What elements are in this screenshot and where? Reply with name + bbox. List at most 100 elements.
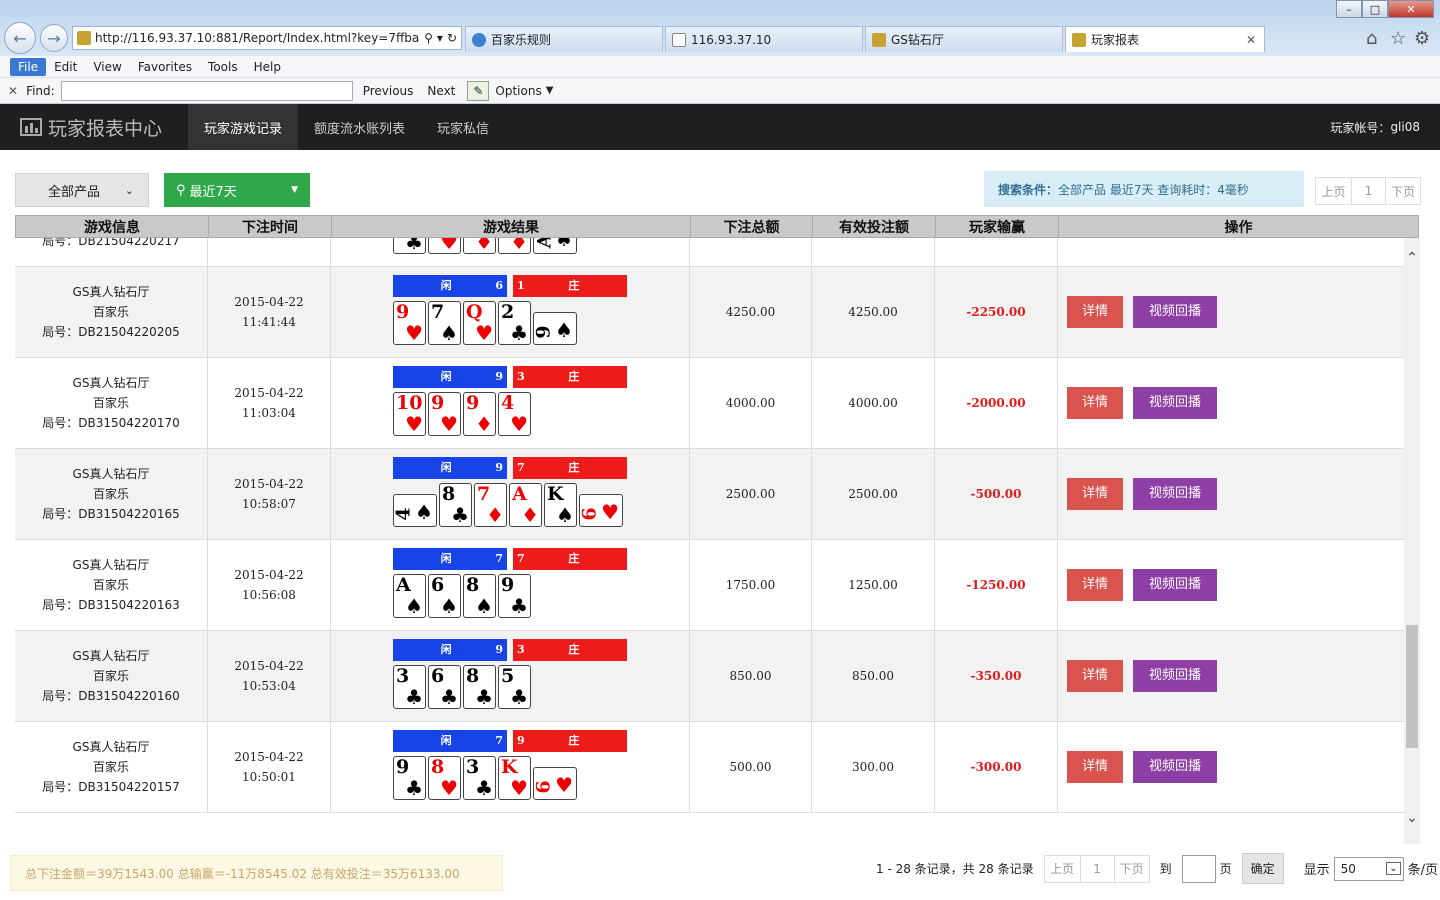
- refresh-icon[interactable]: ↻: [447, 31, 461, 45]
- close-tab-icon[interactable]: ✕: [1246, 33, 1264, 47]
- nav-private-message[interactable]: 玩家私信: [421, 104, 505, 150]
- tab-ip[interactable]: 116.93.37.10: [665, 26, 863, 52]
- close-find-icon[interactable]: ✕: [0, 84, 26, 98]
- card-suit-icon: ♠: [415, 500, 433, 524]
- table-body: GS真人钻石厅百家乐局号：DB215042202172015-04-2211:5…: [15, 238, 1404, 844]
- menu-edit[interactable]: Edit: [46, 58, 85, 76]
- goto-page-input[interactable]: [1181, 854, 1216, 883]
- card-suit-icon: ♦: [521, 503, 539, 527]
- scroll-down-icon[interactable]: ⌄: [1404, 810, 1420, 826]
- menu-help[interactable]: Help: [246, 58, 289, 76]
- dropdown-icon[interactable]: ▾: [437, 31, 443, 45]
- detail-button[interactable]: 详情: [1067, 478, 1123, 510]
- home-icon[interactable]: ⌂: [1366, 28, 1377, 49]
- date-range-button[interactable]: ⚲ 最近7天 ▼: [164, 173, 310, 207]
- video-replay-button[interactable]: 视频回播: [1133, 751, 1217, 783]
- record-count: 1 - 28 条记录，共 28 条记录: [876, 862, 1034, 876]
- nav-game-records[interactable]: 玩家游戏记录: [188, 104, 299, 150]
- product-select[interactable]: 全部产品 ⌄: [15, 173, 149, 207]
- bet-time: 10:56:08: [242, 588, 296, 602]
- round-id: 局号：DB31504220157: [42, 780, 180, 794]
- favorites-icon[interactable]: ☆: [1390, 28, 1406, 49]
- detail-button[interactable]: 详情: [1067, 751, 1123, 783]
- table-header: 游戏信息 下注时间 游戏结果 下注总额 有效投注额 玩家输赢 操作: [15, 215, 1419, 238]
- player-bar: 闲7: [393, 548, 507, 570]
- video-replay-button[interactable]: 视频回播: [1133, 478, 1217, 510]
- detail-button[interactable]: 详情: [1067, 660, 1123, 692]
- col-bet-time: 下注时间: [209, 216, 332, 237]
- bet-total-cell: 850.00: [690, 631, 812, 721]
- search-icon[interactable]: ⚲: [424, 31, 433, 45]
- playing-card: 9 ♣: [498, 574, 531, 618]
- page-number[interactable]: 1: [1081, 855, 1115, 882]
- card-list: 10 ♥ 9 ♥ 9 ♦ 4 ♥: [393, 392, 531, 436]
- tab-rules[interactable]: 百家乐规则: [465, 26, 663, 52]
- find-label: Find:: [26, 83, 55, 98]
- actions-cell: 详情视频回播: [1058, 449, 1404, 539]
- detail-button[interactable]: 详情: [1067, 387, 1123, 419]
- page-number[interactable]: 1: [1352, 178, 1386, 204]
- menu-file[interactable]: File: [10, 57, 47, 76]
- find-previous-button[interactable]: Previous: [353, 84, 422, 98]
- prev-page-button[interactable]: 上页: [1316, 178, 1352, 204]
- maximize-icon[interactable]: □: [1362, 0, 1388, 18]
- tab-gs[interactable]: GS钻石厅: [865, 26, 1063, 52]
- playing-card: 8 ♥: [428, 756, 461, 800]
- scrollbar-thumb[interactable]: [1406, 625, 1418, 748]
- forward-icon[interactable]: →: [40, 24, 68, 52]
- chevron-down-icon[interactable]: ▼: [546, 85, 562, 96]
- minimize-icon[interactable]: –: [1336, 0, 1362, 18]
- player-label: 闲: [440, 279, 452, 292]
- game-name: 百家乐: [92, 305, 129, 319]
- next-page-button[interactable]: 下页: [1386, 178, 1420, 204]
- detail-button[interactable]: 详情: [1067, 569, 1123, 601]
- player-bar: 闲6: [393, 275, 507, 297]
- find-next-button[interactable]: Next: [421, 84, 463, 98]
- video-replay-button[interactable]: 视频回播: [1133, 296, 1217, 328]
- app-header: 玩家报表中心 玩家游戏记录 额度流水账列表 玩家私信 玩家帐号： gli08: [0, 104, 1440, 150]
- prev-page-button[interactable]: 上页: [1045, 855, 1081, 882]
- bet-time: 11:03:04: [242, 406, 296, 420]
- valid-bet-cell: 4000.00: [812, 358, 935, 448]
- card-rank: 9: [532, 325, 555, 339]
- valid-bet-cell: 300.00: [812, 722, 935, 812]
- menu-view[interactable]: View: [85, 58, 129, 76]
- player-label: 闲: [440, 734, 452, 747]
- video-replay-button[interactable]: 视频回播: [1133, 660, 1217, 692]
- video-replay-button[interactable]: 视频回播: [1133, 387, 1217, 419]
- video-replay-button[interactable]: 视频回播: [1133, 569, 1217, 601]
- detail-button[interactable]: 详情: [1067, 296, 1123, 328]
- show-label: 显示: [1303, 863, 1330, 878]
- nav-credit-list[interactable]: 额度流水账列表: [298, 104, 421, 150]
- brand[interactable]: 玩家报表中心: [0, 114, 188, 141]
- table-row: GS真人钻石厅 百家乐 局号：DB31504220163 2015-04-22 10:5…: [15, 540, 1404, 631]
- player-score: 9: [495, 370, 503, 383]
- col-bet-total: 下注总额: [691, 216, 813, 237]
- col-win-loss: 玩家输赢: [936, 216, 1059, 237]
- banker-score: 3: [517, 643, 525, 656]
- menu-tools[interactable]: Tools: [200, 58, 246, 76]
- playing-card: 8 ♠: [463, 574, 496, 618]
- card-suit-icon: ♠: [405, 594, 423, 618]
- address-bar[interactable]: http://116.93.37.10:881/Report/Index.htm…: [72, 26, 462, 50]
- back-icon[interactable]: ←: [4, 22, 36, 54]
- date-range-label: 最近7天: [189, 184, 237, 200]
- close-window-icon[interactable]: ✕: [1388, 0, 1434, 18]
- menu-favorites[interactable]: Favorites: [130, 58, 200, 76]
- account-info: 玩家帐号： gli08: [1330, 104, 1420, 150]
- scrollbar[interactable]: ⌃ ⌄: [1404, 238, 1420, 844]
- find-options-button[interactable]: Options: [489, 84, 545, 98]
- scroll-up-icon[interactable]: ⌃: [1404, 250, 1420, 266]
- find-input[interactable]: [60, 80, 353, 101]
- address-text: http://116.93.37.10:881/Report/Index.htm…: [95, 31, 420, 45]
- bet-time-cell: 2015-04-22 10:50:01: [208, 722, 331, 812]
- gear-icon[interactable]: ⚙: [1414, 28, 1430, 49]
- tab-report[interactable]: 玩家报表 ✕: [1065, 26, 1265, 52]
- per-page-select[interactable]: 50 ⌄: [1333, 856, 1404, 881]
- confirm-button[interactable]: 确定: [1241, 853, 1284, 884]
- pencil-icon[interactable]: ✎: [467, 80, 490, 101]
- search-icon: ⚲: [176, 182, 186, 198]
- player-score: 7: [495, 734, 503, 747]
- card-suit-icon: ♣: [475, 776, 493, 800]
- next-page-button[interactable]: 下页: [1115, 856, 1149, 882]
